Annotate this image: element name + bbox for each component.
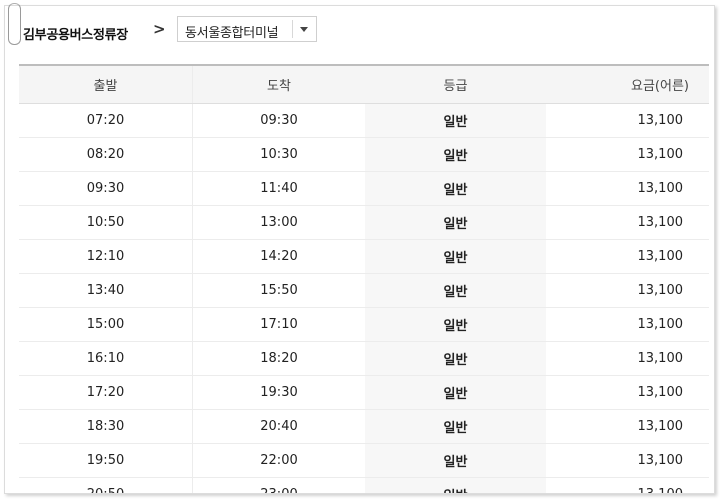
departure-time: 09:30: [19, 171, 193, 206]
adult-fare: 13,100: [546, 137, 709, 172]
table-row: 17:20 19:30 일반 13,100: [19, 375, 709, 410]
adult-fare: 13,100: [546, 205, 709, 240]
bus-grade: 일반: [365, 375, 546, 410]
table-row: 16:10 18:20 일반 13,100: [19, 341, 709, 376]
table-row: 12:10 14:20 일반 13,100: [19, 239, 709, 274]
departure-time: 08:20: [19, 137, 193, 172]
bus-grade: 일반: [365, 341, 546, 376]
paperclip-icon: [8, 3, 21, 45]
caret-down-icon[interactable]: [300, 27, 308, 32]
adult-fare: 13,100: [546, 239, 709, 274]
header-fare: 요금(어른): [546, 64, 709, 104]
bus-timetable: 출발 도착 등급 요금(어른) 07:20 09:30 일반 13,100 08…: [19, 64, 709, 493]
origin-terminal-label: 김부공용버스정류장: [23, 28, 128, 43]
destination-selected-value: 동서울종합터미널: [185, 26, 279, 41]
arrival-time: 10:30: [192, 137, 365, 172]
table-row: 10:50 13:00 일반 13,100: [19, 205, 709, 240]
arrival-time: 09:30: [192, 103, 365, 138]
bus-grade: 일반: [365, 273, 546, 308]
header-departure: 출발: [19, 64, 193, 104]
adult-fare: 13,100: [546, 375, 709, 410]
arrival-time: 22:00: [192, 443, 365, 478]
timetable-body: 07:20 09:30 일반 13,100 08:20 10:30 일반 13,…: [19, 103, 709, 493]
bus-grade: 일반: [365, 205, 546, 240]
departure-time: 18:30: [19, 409, 193, 444]
departure-time: 15:00: [19, 307, 193, 342]
bus-grade: 일반: [365, 239, 546, 274]
bus-grade: 일반: [365, 443, 546, 478]
arrival-time: 11:40: [192, 171, 365, 206]
table-header-row: 출발 도착 등급 요금(어른): [19, 64, 709, 104]
table-row: 15:00 17:10 일반 13,100: [19, 307, 709, 342]
chevron-right-icon: >: [153, 20, 166, 38]
departure-time: 10:50: [19, 205, 193, 240]
arrival-time: 20:40: [192, 409, 365, 444]
table-row: 07:20 09:30 일반 13,100: [19, 103, 709, 138]
table-row: 20:50 23:00 일반 13,100: [19, 477, 709, 493]
table-row: 13:40 15:50 일반 13,100: [19, 273, 709, 308]
header-arrival: 도착: [192, 64, 365, 104]
adult-fare: 13,100: [546, 477, 709, 493]
arrival-time: 14:20: [192, 239, 365, 274]
table-row: 18:30 20:40 일반 13,100: [19, 409, 709, 444]
bus-grade: 일반: [365, 409, 546, 444]
arrival-time: 15:50: [192, 273, 365, 308]
departure-time: 16:10: [19, 341, 193, 376]
bus-grade: 일반: [365, 171, 546, 206]
header-grade: 등급: [365, 64, 546, 104]
adult-fare: 13,100: [546, 103, 709, 138]
adult-fare: 13,100: [546, 341, 709, 376]
arrival-time: 17:10: [192, 307, 365, 342]
departure-time: 12:10: [19, 239, 193, 274]
destination-select[interactable]: 동서울종합터미널: [177, 16, 317, 42]
adult-fare: 13,100: [546, 273, 709, 308]
adult-fare: 13,100: [546, 443, 709, 478]
bus-grade: 일반: [365, 137, 546, 172]
departure-time: 20:50: [19, 477, 193, 493]
table-row: 08:20 10:30 일반 13,100: [19, 137, 709, 172]
departure-time: 17:20: [19, 375, 193, 410]
arrival-time: 13:00: [192, 205, 365, 240]
route-selector-bar: 김부공용버스정류장 > 동서울종합터미널: [5, 6, 714, 64]
bus-grade: 일반: [365, 307, 546, 342]
departure-time: 13:40: [19, 273, 193, 308]
select-divider: [292, 20, 293, 38]
adult-fare: 13,100: [546, 409, 709, 444]
timetable-panel: 김부공용버스정류장 > 동서울종합터미널 출발 도착 등급 요금(어른) 07:…: [4, 5, 715, 494]
adult-fare: 13,100: [546, 171, 709, 206]
adult-fare: 13,100: [546, 307, 709, 342]
table-row: 09:30 11:40 일반 13,100: [19, 171, 709, 206]
table-row: 19:50 22:00 일반 13,100: [19, 443, 709, 478]
arrival-time: 18:20: [192, 341, 365, 376]
bus-grade: 일반: [365, 477, 546, 493]
bus-grade: 일반: [365, 103, 546, 138]
arrival-time: 19:30: [192, 375, 365, 410]
departure-time: 07:20: [19, 103, 193, 138]
departure-time: 19:50: [19, 443, 193, 478]
arrival-time: 23:00: [192, 477, 365, 493]
